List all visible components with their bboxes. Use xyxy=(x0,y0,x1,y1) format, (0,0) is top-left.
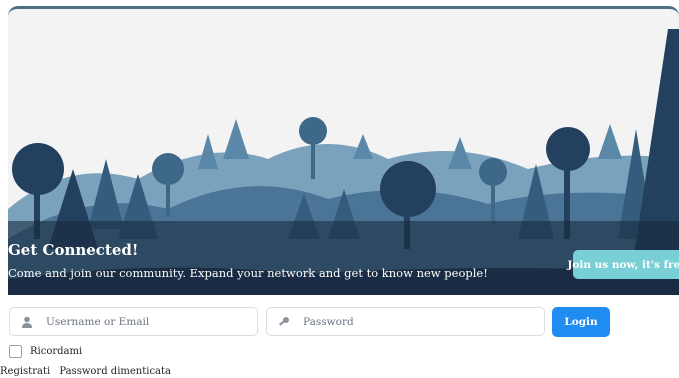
account-links: Registrati Password dimenticata xyxy=(0,366,177,377)
username-field[interactable] xyxy=(9,307,258,336)
hero-title: Get Connected! xyxy=(8,241,139,259)
login-button[interactable]: Login xyxy=(552,307,610,337)
password-input[interactable] xyxy=(301,314,495,329)
username-input[interactable] xyxy=(44,314,238,329)
password-field[interactable] xyxy=(266,307,545,336)
remember-me[interactable]: Ricordami xyxy=(9,345,82,358)
remember-label: Ricordami xyxy=(30,346,83,357)
register-link[interactable]: Registrati xyxy=(0,366,50,377)
key-icon xyxy=(267,316,301,328)
join-button[interactable]: Join us now, it's free! xyxy=(567,250,679,279)
remember-checkbox[interactable] xyxy=(9,345,22,358)
hero-subtitle: Come and join our community. Expand your… xyxy=(8,266,488,280)
hero-banner: Get Connected! Come and join our communi… xyxy=(8,6,679,295)
forgot-password-link[interactable]: Password dimenticata xyxy=(59,366,171,377)
user-icon xyxy=(10,316,44,328)
